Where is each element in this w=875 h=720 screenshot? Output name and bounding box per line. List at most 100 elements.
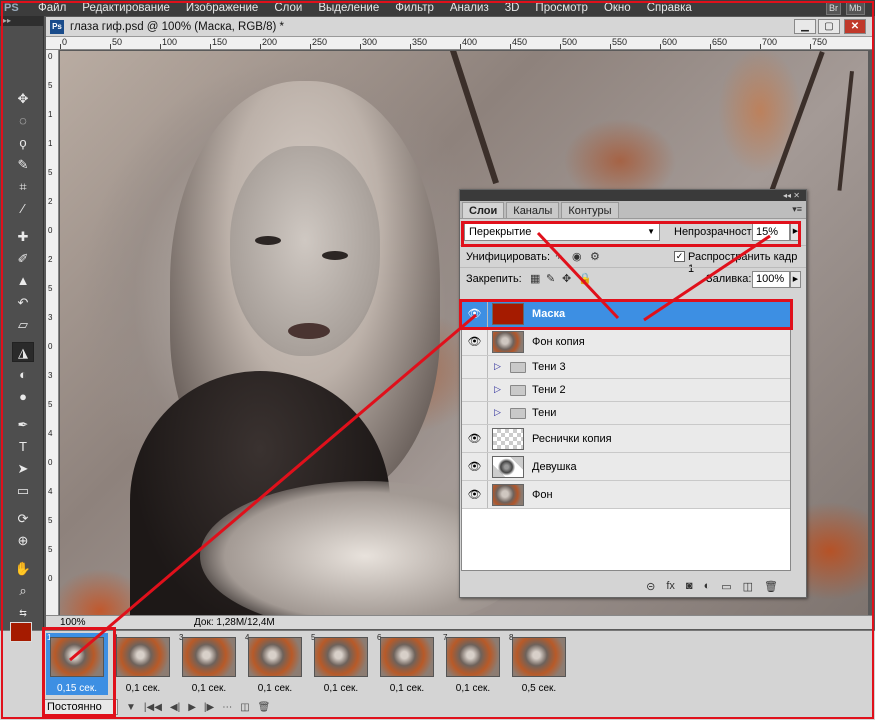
crop-icon[interactable]: ⌗ — [12, 176, 34, 196]
menu-file[interactable]: Файл — [30, 2, 74, 14]
eye-icon[interactable]: 👁 — [462, 328, 488, 355]
layer-row-girl[interactable]: 👁 Девушка — [462, 453, 790, 481]
collapse-icon[interactable]: ◂◂ ✕ — [783, 190, 800, 201]
hand-icon[interactable]: ✋ — [12, 558, 34, 578]
animation-frame[interactable]: 3 0,1 сек. — [178, 633, 240, 695]
opacity-field[interactable]: 15% — [752, 223, 790, 241]
frame-delay[interactable]: 0,1 сек. — [442, 683, 504, 694]
propagate-checkbox[interactable]: ✓ — [674, 251, 685, 262]
panel-menu-icon[interactable]: ▾≡ — [792, 204, 802, 215]
layer-group-shadows[interactable]: ▷ Тени — [462, 402, 790, 425]
eyedropper-icon[interactable]: ⁄ — [12, 198, 34, 218]
animation-frame[interactable]: 8 0,5 сек. — [508, 633, 570, 695]
frame-delay[interactable]: 0,5 сек. — [508, 683, 570, 694]
layer-row-bg-copy[interactable]: 👁 Фон копия — [462, 328, 790, 356]
layer-group-shadows-2[interactable]: ▷ Тени 2 — [462, 379, 790, 402]
eye-icon[interactable]: 👁 — [462, 300, 488, 327]
chevron-down-icon[interactable]: ▼ — [126, 702, 136, 713]
3d-rotate-icon[interactable]: ⟳ — [12, 508, 34, 528]
expand-triangle-icon[interactable]: ▷ — [494, 407, 501, 418]
adjustment-icon[interactable]: ◐ — [704, 580, 711, 592]
minibridge-button[interactable]: Mb — [846, 1, 865, 15]
stamp-icon[interactable]: ▲ — [12, 270, 34, 290]
ruler-horizontal[interactable]: 0 50 100 150 200 250 300 350 400 450 500 550 600 650 7… — [46, 37, 872, 50]
opacity-slider-button[interactable]: ▶ — [790, 223, 801, 241]
link-icon[interactable]: ⊝ — [646, 580, 655, 593]
play-icon[interactable]: ▶ — [188, 702, 196, 713]
brush-icon[interactable]: ✐ — [12, 248, 34, 268]
loop-select[interactable]: Постоянно — [42, 699, 118, 715]
eye-icon[interactable]: 👁 — [462, 453, 488, 480]
document-info[interactable]: Док: 1,28M/12,4M — [194, 617, 275, 628]
shape-icon[interactable]: ▭ — [12, 480, 34, 500]
expand-triangle-icon[interactable]: ▷ — [494, 384, 501, 395]
animation-frame[interactable]: 7 0,1 сек. — [442, 633, 504, 695]
3d-orbit-icon[interactable]: ⊕ — [12, 530, 34, 550]
unify-position-icon[interactable]: ⁘ — [554, 250, 563, 263]
eye-hidden-icon[interactable] — [462, 402, 488, 424]
frame-delay[interactable]: 0,1 сек. — [112, 683, 174, 694]
mask-icon[interactable]: ◙ — [686, 580, 693, 592]
unify-visibility-icon[interactable]: ◉ — [572, 250, 582, 263]
lock-all-icon[interactable]: 🔒 — [578, 272, 592, 285]
menu-image[interactable]: Изображение — [178, 2, 266, 14]
foreground-color-swatch[interactable] — [10, 622, 32, 642]
minimize-button[interactable]: ▁ — [794, 19, 816, 34]
prev-frame-icon[interactable]: ◀| — [170, 702, 180, 713]
eye-hidden-icon[interactable] — [462, 356, 488, 378]
marquee-icon[interactable]: ◌ — [12, 110, 34, 130]
blur-icon[interactable]: ◐ — [12, 364, 34, 384]
animation-frame[interactable]: 1 0,15 сек. — [46, 633, 108, 695]
blend-mode-select[interactable]: Перекрытие ▼ — [464, 223, 660, 241]
dodge-icon[interactable]: ● — [12, 386, 34, 406]
layer-row-background[interactable]: 👁 Фон — [462, 481, 790, 509]
document-tab[interactable]: Ps глаза гиф.psd @ 100% (Маска, RGB/8) *… — [46, 17, 872, 37]
layer-row-mask[interactable]: 👁 Маска — [462, 300, 790, 328]
animation-frame[interactable]: 2 0,1 сек. — [112, 633, 174, 695]
menu-help[interactable]: Справка — [639, 2, 700, 14]
animation-frame[interactable]: 4 0,1 сек. — [244, 633, 306, 695]
frame-delay[interactable]: 0,1 сек. — [310, 683, 372, 694]
menu-3d[interactable]: 3D — [497, 2, 528, 14]
pen-icon[interactable]: ✒ — [12, 414, 34, 434]
menu-select[interactable]: Выделение — [310, 2, 387, 14]
healing-icon[interactable]: ✚ — [12, 226, 34, 246]
panel-title-bar[interactable]: ◂◂ ✕ — [460, 190, 806, 201]
tab-channels[interactable]: Каналы — [506, 202, 560, 218]
frame-delay[interactable]: 0,1 сек. — [376, 683, 438, 694]
next-frame-icon[interactable]: |▶ — [204, 702, 214, 713]
frame-delay[interactable]: 0,1 сек. — [244, 683, 306, 694]
paint-bucket-icon[interactable]: ◮ — [12, 342, 34, 362]
unify-style-icon[interactable]: ⚙ — [590, 250, 600, 263]
new-layer-icon[interactable]: ◫ — [743, 580, 753, 593]
zoom-icon[interactable]: ⌕ — [12, 580, 34, 600]
tween-icon[interactable]: ⋯ — [222, 702, 232, 713]
type-icon[interactable]: T — [12, 436, 34, 456]
expand-triangle-icon[interactable]: ▷ — [494, 361, 501, 372]
menu-filter[interactable]: Фильтр — [387, 2, 442, 14]
bridge-button[interactable]: Br — [826, 1, 841, 15]
first-frame-icon[interactable]: |◀◀ — [144, 702, 162, 713]
layer-row-lashes-copy[interactable]: 👁 Реснички копия — [462, 425, 790, 453]
eye-icon[interactable]: 👁 — [462, 481, 488, 508]
fill-slider-button[interactable]: ▶ — [790, 271, 801, 288]
tab-paths[interactable]: Контуры — [561, 202, 619, 218]
eye-icon[interactable]: 👁 — [462, 425, 488, 452]
frame-delay[interactable]: 0,1 сек. — [178, 683, 240, 694]
lasso-icon[interactable]: ϙ — [12, 132, 34, 152]
tab-layers[interactable]: Слои — [462, 202, 505, 218]
menu-window[interactable]: Окно — [596, 2, 639, 14]
fx-icon[interactable]: fx — [666, 580, 675, 592]
lock-position-icon[interactable]: ✥ — [562, 272, 571, 285]
eye-hidden-icon[interactable] — [462, 379, 488, 401]
menu-edit[interactable]: Редактирование — [74, 2, 178, 14]
animation-frame[interactable]: 6 0,1 сек. — [376, 633, 438, 695]
delete-frame-icon[interactable]: 🗑 — [258, 702, 271, 713]
ruler-vertical[interactable]: 0 5 1 1 5 2 0 2 5 3 0 3 5 4 0 4 5 5 0 — [46, 50, 59, 616]
frame-delay[interactable]: 0,15 сек. — [46, 683, 108, 694]
trash-icon[interactable]: 🗑 — [764, 580, 778, 593]
zoom-level[interactable]: 100% — [46, 617, 116, 628]
menu-layers[interactable]: Слои — [266, 2, 310, 14]
history-brush-icon[interactable]: ↶ — [12, 292, 34, 312]
toolbox-header[interactable]: ▸▸ — [0, 16, 43, 26]
